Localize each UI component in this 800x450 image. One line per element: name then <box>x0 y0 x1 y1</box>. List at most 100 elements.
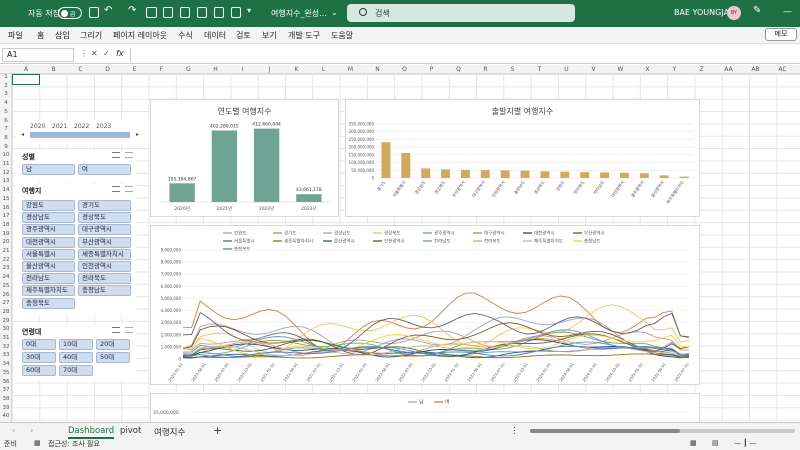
row-header[interactable]: 39 <box>0 405 12 411</box>
bar[interactable] <box>296 194 322 202</box>
row-header[interactable]: 12 <box>0 170 12 176</box>
legend-label[interactable]: 제주특별자치도 <box>534 238 563 245</box>
bar[interactable] <box>540 171 550 178</box>
slicer-item[interactable]: 전라남도 <box>22 273 75 285</box>
pen-icon[interactable]: ✎ <box>753 5 761 16</box>
row-header[interactable]: 30 <box>0 326 12 332</box>
legend-label[interactable]: 전라남도 <box>434 238 451 245</box>
slicer-item[interactable]: 부산광역시 <box>78 236 131 248</box>
table-icon[interactable] <box>180 7 190 18</box>
camera-icon[interactable] <box>146 7 157 18</box>
slicer-item[interactable]: 대구광역시 <box>78 224 131 236</box>
column-header[interactable]: U <box>553 66 580 73</box>
timeline-slicer[interactable]: 2020 2021 2022 2023 ◂ ▸ <box>16 120 150 144</box>
column-header[interactable]: T <box>526 66 553 73</box>
column-header[interactable]: B <box>40 66 67 73</box>
menu-home[interactable]: 홈 <box>37 30 44 41</box>
timeline-year[interactable]: 2023 <box>96 123 111 130</box>
tab-pivot[interactable]: pivot <box>120 426 141 436</box>
menu-file[interactable]: 파일 <box>8 30 23 41</box>
multi-select-icon[interactable] <box>112 186 120 192</box>
slicer-item[interactable]: 충청북도 <box>22 297 75 309</box>
row-header[interactable]: 10 <box>0 152 12 158</box>
slicer-item[interactable]: 광주광역시 <box>22 224 75 236</box>
yearly-index-chart[interactable]: 연도별 여행지수 105,194,867 2020년 402,280,015 2021… <box>150 99 339 217</box>
timeline-range-bar[interactable] <box>30 132 130 138</box>
bar[interactable] <box>520 170 530 178</box>
row-header[interactable]: 5 <box>0 109 12 115</box>
legend-label[interactable]: 부산광역시 <box>584 230 605 237</box>
column-header[interactable]: I <box>229 66 256 73</box>
row-header[interactable]: 22 <box>0 257 12 263</box>
row-header[interactable]: 26 <box>0 292 12 298</box>
row-header[interactable]: 11 <box>0 161 12 167</box>
redo-icon[interactable]: ↷ <box>128 5 136 16</box>
more-icon[interactable]: ⋮ <box>80 49 88 58</box>
slicer-item[interactable]: 경기도 <box>78 200 131 211</box>
column-header[interactable]: Q <box>445 66 472 73</box>
customize-toolbar-icon[interactable]: ▾ <box>247 6 251 15</box>
bar[interactable] <box>679 176 689 178</box>
add-sheet-icon[interactable]: + <box>213 424 222 437</box>
page-layout-view-icon[interactable]: ▤ <box>712 439 719 447</box>
slicer-item[interactable]: 경상북도 <box>78 212 131 224</box>
row-header[interactable]: 8 <box>0 135 12 141</box>
column-header[interactable]: Y <box>661 66 688 73</box>
bar[interactable] <box>441 169 451 178</box>
search-input[interactable]: 검색 <box>375 8 390 19</box>
column-header[interactable]: L <box>310 66 337 73</box>
bar[interactable] <box>211 130 238 202</box>
bar[interactable] <box>169 183 195 202</box>
row-header[interactable]: 20 <box>0 239 12 245</box>
series-line[interactable] <box>182 292 690 351</box>
column-header[interactable]: O <box>391 66 418 73</box>
slicer-item[interactable]: 대전광역시 <box>22 236 75 248</box>
legend-label[interactable]: 인천광역시 <box>384 238 405 245</box>
legend-label[interactable]: 경상남도 <box>334 230 351 237</box>
row-header[interactable]: 27 <box>0 300 12 306</box>
bar[interactable] <box>421 168 431 178</box>
bar[interactable] <box>560 171 570 178</box>
row-header[interactable]: 24 <box>0 274 12 280</box>
horizontal-scrollbar[interactable] <box>530 429 795 433</box>
menu-view[interactable]: 보기 <box>262 30 277 41</box>
row-header[interactable]: 37 <box>0 387 12 393</box>
bar[interactable] <box>401 153 411 178</box>
gender-trend-chart[interactable]: 남 여 35,000,000 <box>150 393 700 422</box>
clear-filter-icon[interactable] <box>125 186 133 192</box>
legend-label[interactable]: 충청북도 <box>234 246 251 253</box>
menu-formulas[interactable]: 수식 <box>178 30 193 41</box>
scroll-right-icon[interactable]: ▸ <box>136 131 139 138</box>
column-header[interactable]: E <box>121 66 148 73</box>
scroll-left-icon[interactable]: ◂ <box>21 131 24 138</box>
menu-insert[interactable]: 삽입 <box>55 30 70 41</box>
minimize-icon[interactable]: — <box>783 7 792 17</box>
row-header[interactable]: 38 <box>0 396 12 402</box>
clear-filter-icon[interactable] <box>125 327 133 333</box>
column-header[interactable]: K <box>283 66 310 73</box>
menu-developer[interactable]: 개발 도구 <box>288 30 320 41</box>
column-header[interactable]: AA <box>715 66 742 73</box>
origin-index-chart[interactable]: 출발지별 여행지수 0 50,000,000 100,000,000 150,000,… <box>345 99 700 217</box>
menu-review[interactable]: 검토 <box>236 30 251 41</box>
menu-page-layout[interactable]: 페이지 레이아웃 <box>113 30 167 41</box>
row-header[interactable]: 16 <box>0 205 12 211</box>
chart-icon[interactable] <box>214 7 224 18</box>
row-header[interactable]: 7 <box>0 126 12 132</box>
row-header[interactable]: 35 <box>0 370 12 376</box>
legend-label[interactable]: 전라북도 <box>484 238 501 245</box>
column-header[interactable]: J <box>256 66 283 73</box>
legend-label[interactable]: 남 <box>419 399 424 406</box>
comment-button[interactable]: 메모 <box>765 28 797 41</box>
row-header[interactable]: 18 <box>0 222 12 228</box>
legend-label[interactable]: 충청남도 <box>584 238 601 245</box>
search-box[interactable]: 검색 <box>347 4 575 22</box>
macro-icon[interactable]: ▦ <box>34 439 41 447</box>
column-header[interactable]: A <box>12 66 40 73</box>
row-header[interactable]: 19 <box>0 231 12 237</box>
bar[interactable] <box>381 142 391 178</box>
bar[interactable] <box>480 170 490 178</box>
row-header[interactable]: 4 <box>0 100 12 106</box>
row-header[interactable]: 1 <box>0 74 12 80</box>
legend-label[interactable]: 서울특별시 <box>234 238 255 245</box>
